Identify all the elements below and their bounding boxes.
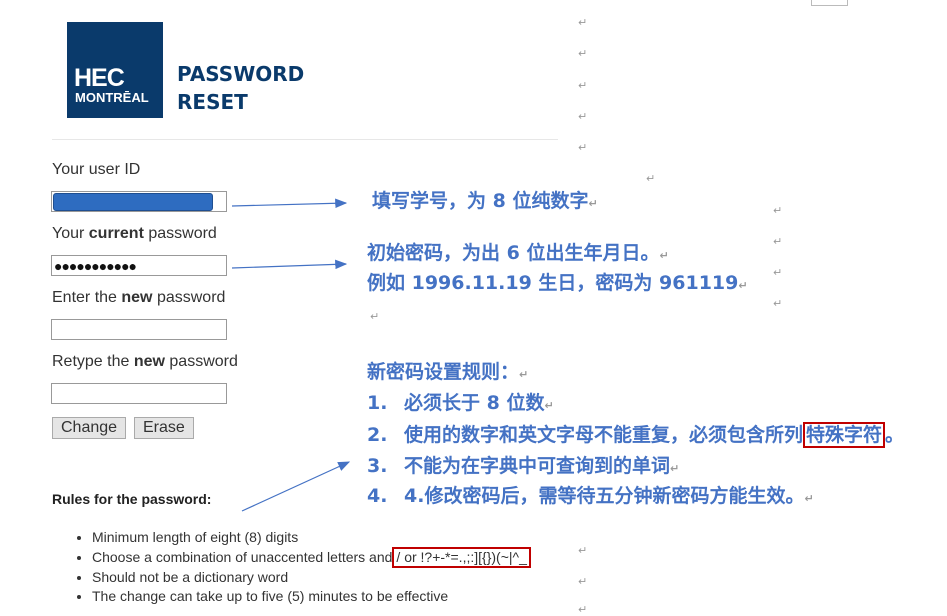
note-rule-2: 2. 使用的数字和英文字母不能重复，必须包含所列 特殊字符。 bbox=[367, 422, 904, 448]
note-rule-4: 4. 4.修改密码后，需等待五分钟新密码方能生效。↵ bbox=[367, 484, 814, 508]
paragraph-mark: ↵ bbox=[646, 172, 656, 185]
paragraph-mark: ↵ bbox=[578, 141, 588, 154]
note-userid: 填写学号，为 8 位纯数字↵ bbox=[372, 189, 598, 213]
note-initpwd-1: 初始密码，为出 6 位出生年月日。↵ bbox=[367, 241, 669, 265]
note-rule-3-text: 不能为在字典中可查询到的单词 bbox=[404, 455, 671, 477]
note-rule-2-text: 使用的数字和英文字母不能重复，必须包含所列 bbox=[404, 424, 804, 446]
rule-number: 4. bbox=[367, 485, 388, 507]
paragraph-mark: ↵ bbox=[578, 16, 588, 29]
paragraph-mark: ↵ bbox=[773, 204, 783, 217]
annotation-arrows bbox=[231, 198, 351, 512]
paragraph-mark: ↵ bbox=[659, 249, 669, 262]
note-initpwd-1-text: 初始密码，为出 6 位出生年月日。 bbox=[367, 242, 660, 264]
paragraph-mark: ↵ bbox=[578, 603, 588, 616]
arrow-userid bbox=[231, 198, 348, 209]
note-rules-title: 新密码设置规则：↵ bbox=[367, 360, 528, 384]
paragraph-mark: ↵ bbox=[578, 575, 588, 588]
paragraph-mark: ↵ bbox=[578, 47, 588, 60]
paragraph-mark: ↵ bbox=[773, 235, 783, 248]
note-rules-title-text: 新密码设置规则： bbox=[367, 361, 520, 383]
note-initpwd-2-text: 例如 1996.11.19 生日，密码为 961119 bbox=[367, 272, 739, 294]
rule-number: 3. bbox=[367, 455, 388, 477]
paragraph-mark: ↵ bbox=[578, 79, 588, 92]
arrow-current-password bbox=[231, 259, 348, 270]
note-rule-1-text: 必须长于 8 位数 bbox=[404, 392, 545, 414]
note-rule-2-end: 。 bbox=[885, 424, 905, 446]
rule-number: 2. bbox=[367, 424, 388, 446]
special-chars-note-highlight: 特殊字符 bbox=[803, 422, 886, 448]
paragraph-mark: ↵ bbox=[519, 368, 529, 381]
paragraph-mark: ↵ bbox=[773, 266, 783, 279]
paragraph-mark: ↵ bbox=[588, 197, 598, 210]
paragraph-mark: ↵ bbox=[670, 462, 680, 475]
note-rule-4-text: 4.修改密码后，需等待五分钟新密码方能生效。 bbox=[404, 485, 805, 507]
arrow-rules bbox=[241, 461, 351, 512]
paragraph-mark: ↵ bbox=[370, 310, 380, 323]
rule-number: 1. bbox=[367, 392, 388, 414]
note-rule-1: 1. 必须长于 8 位数↵ bbox=[367, 391, 554, 415]
note-initpwd-2: 例如 1996.11.19 生日，密码为 961119↵ bbox=[367, 271, 748, 295]
note-userid-text: 填写学号，为 8 位纯数字 bbox=[372, 190, 589, 212]
note-rule-3: 3. 不能为在字典中可查询到的单词↵ bbox=[367, 454, 679, 478]
paragraph-mark: ↵ bbox=[773, 297, 783, 310]
paragraph-mark: ↵ bbox=[738, 279, 748, 292]
paragraph-mark: ↵ bbox=[578, 544, 588, 557]
paragraph-mark: ↵ bbox=[544, 399, 554, 412]
paragraph-mark: ↵ bbox=[804, 492, 814, 505]
paragraph-mark: ↵ bbox=[578, 110, 588, 123]
